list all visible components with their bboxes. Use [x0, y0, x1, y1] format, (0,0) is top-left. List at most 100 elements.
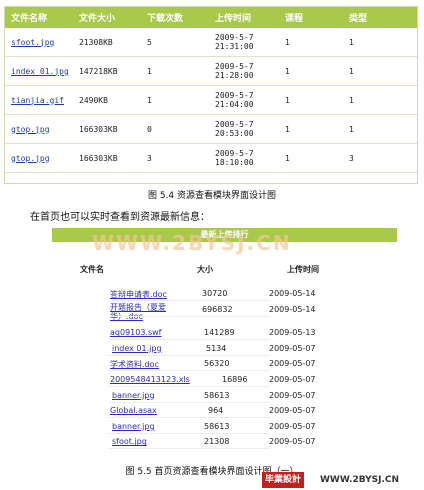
file-size: 56320: [204, 359, 230, 369]
brand-logo: 毕業設計: [262, 472, 305, 488]
file-size: 2490KB: [73, 85, 141, 115]
row-divider: [108, 315, 270, 317]
course-id: 1: [279, 85, 343, 115]
type-id: 1: [343, 28, 417, 57]
type-id: 1: [343, 114, 417, 144]
upload-date: 2009-5-7: [215, 91, 254, 100]
table-row: tianjia.gif 2490KB 1 2009-5-7 21:04:00 1 1: [5, 85, 417, 115]
upload-date: 2009-5-7: [215, 62, 254, 71]
file-size: 166303KB: [73, 143, 141, 173]
column-header: 课程: [279, 7, 343, 28]
column-header: 文件名称: [5, 7, 73, 28]
course-id: 1: [279, 56, 343, 86]
upload-time: 2009-5-7 20:53:00: [209, 114, 279, 144]
upload-date: 2009-05-07: [269, 406, 316, 416]
file-link[interactable]: aq09103.swf: [110, 328, 162, 337]
upload-date: 2009-05-07: [269, 390, 316, 400]
file-link[interactable]: Global.asax: [110, 406, 157, 415]
file-link[interactable]: index 01.jpg: [112, 344, 162, 353]
download-count: 5: [141, 28, 209, 57]
row-divider: [108, 401, 270, 403]
type-id: 1: [343, 85, 417, 115]
upload-date: 2009-05-07: [269, 375, 316, 384]
resource-list-panel: 文件名称 文件大小 下载次数 上传时间 课程 类型 sfoot.jpg 21308KB 5 20…: [4, 6, 418, 184]
file-size: 16896: [222, 375, 248, 384]
figure-caption: 图 5.4 资源查看模块界面设计图: [147, 191, 277, 201]
resource-table: 文件名称 文件大小 下载次数 上传时间 课程 类型 sfoot.jpg 21308KB 5 20…: [5, 7, 417, 173]
file-size: 30720: [202, 289, 228, 298]
file-link[interactable]: tianjia.gif: [11, 96, 64, 105]
file-size: 147218KB: [73, 56, 141, 86]
type-id: 1: [343, 56, 417, 86]
table-header-row: 文件名称 文件大小 下载次数 上传时间 课程 类型: [5, 7, 417, 28]
upload-time: 2009-5-7 21:31:00: [209, 28, 279, 57]
file-link[interactable]: gtop.jpg: [11, 154, 50, 163]
column-header: 下载次数: [141, 7, 209, 28]
row-divider: [108, 370, 270, 372]
column-header-upload-time: 上传时间: [287, 265, 319, 274]
course-id: 1: [279, 28, 343, 57]
file-link[interactable]: 2009548413123.xls: [110, 375, 190, 384]
file-size: 58613: [204, 421, 230, 431]
upload-time: 2009-5-7 21:04:00: [209, 85, 279, 115]
watermark: WWW.2BYSJ.CN: [92, 231, 292, 255]
upload-date: 2009-05-14: [269, 289, 316, 298]
file-link[interactable]: gtop.jpg: [11, 125, 50, 134]
download-count: 3: [141, 143, 209, 173]
file-size: 5134: [206, 343, 227, 353]
file-size: 696832: [202, 304, 233, 314]
upload-date: 2009-5-7: [215, 149, 254, 158]
upload-time: 2009-5-7 21:28:00: [209, 56, 279, 86]
row-divider: [108, 417, 270, 419]
upload-date: 2009-05-13: [269, 328, 316, 338]
file-link[interactable]: sfoot.jpg: [112, 437, 147, 446]
upload-clock: 21:28:00: [215, 71, 254, 80]
table-row: gtop.jpg 166303KB 3 2009-5-7 18:10:00 1 3: [5, 143, 417, 173]
file-link[interactable]: index 01.jpg: [11, 67, 69, 76]
course-id: 1: [279, 114, 343, 144]
file-size: 964: [208, 406, 224, 416]
row-divider: [108, 339, 270, 341]
upload-date: 2009-05-07: [269, 421, 316, 431]
file-size: 21308KB: [73, 28, 141, 57]
upload-clock: 20:53:00: [215, 129, 254, 138]
upload-date: 2009-05-14: [269, 304, 316, 314]
brand-url: WWW.2BYSJ.CN: [320, 475, 400, 485]
upload-date: 2009-5-7: [215, 120, 254, 129]
row-divider: [108, 448, 270, 450]
column-header: 文件大小: [73, 7, 141, 28]
upload-date: 2009-05-07: [269, 359, 316, 369]
latest-uploads-panel: 最新上传排行 WWW.2BYSJ.CN 文件名 大小 上传时间 答辩申请表.do…: [52, 228, 397, 458]
table-row: index 01.jpg 147218KB 1 2009-5-7 21:28:00 1 1: [5, 56, 417, 86]
upload-clock: 21:31:00: [215, 42, 254, 51]
upload-time: 2009-5-7 18:10:00: [209, 143, 279, 173]
upload-date: 2009-05-07: [269, 343, 316, 353]
intro-text: 在首页也可以实时查看到资源最新信息：: [30, 212, 210, 223]
row-divider: [108, 300, 270, 301]
column-header-filename: 文件名: [80, 265, 104, 274]
type-id: 3: [343, 143, 417, 173]
download-count: 1: [141, 85, 209, 115]
file-link[interactable]: 答辩申请表.doc: [110, 289, 167, 300]
file-link[interactable]: sfoot.jpg: [11, 38, 54, 47]
column-header: 类型: [343, 7, 417, 28]
download-count: 1: [141, 56, 209, 86]
file-size: 141289: [204, 328, 235, 338]
column-header: 上传时间: [209, 7, 279, 28]
site-brand: 毕業設計 WWW.2BYSJ.CN: [262, 472, 422, 488]
download-count: 0: [141, 114, 209, 144]
file-size: 21308: [204, 437, 230, 447]
column-header-size: 大小: [197, 265, 213, 274]
file-link[interactable]: 开题报告（夏爱华）.doc: [110, 303, 186, 321]
file-link[interactable]: banner.jpg: [112, 391, 155, 400]
course-id: 1: [279, 143, 343, 173]
row-divider: [108, 354, 270, 356]
file-link[interactable]: banner.jpg: [112, 422, 155, 431]
upload-clock: 18:10:00: [215, 158, 254, 167]
file-link[interactable]: 学术资料.doc: [110, 359, 159, 370]
upload-clock: 21:04:00: [215, 100, 254, 109]
row-divider: [108, 386, 270, 387]
row-divider: [108, 432, 270, 434]
file-size: 166303KB: [73, 114, 141, 144]
table-row: gtop.jpg 166303KB 0 2009-5-7 20:53:00 1 1: [5, 114, 417, 144]
